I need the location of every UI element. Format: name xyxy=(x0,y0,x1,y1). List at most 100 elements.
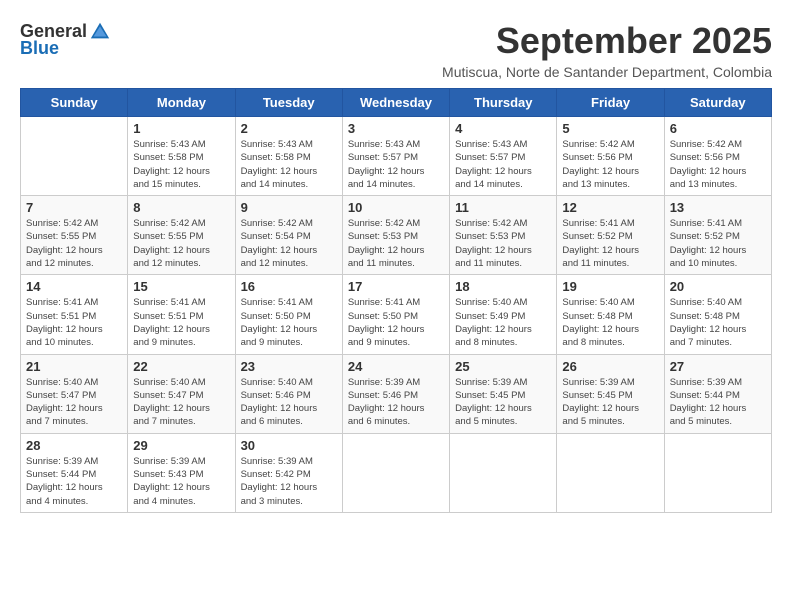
day-number: 21 xyxy=(26,359,122,374)
day-of-week-header: Monday xyxy=(128,89,235,117)
calendar-cell xyxy=(21,117,128,196)
day-info: Sunrise: 5:41 AM Sunset: 5:51 PM Dayligh… xyxy=(26,296,122,349)
day-number: 19 xyxy=(562,279,658,294)
day-info: Sunrise: 5:43 AM Sunset: 5:58 PM Dayligh… xyxy=(133,138,229,191)
day-info: Sunrise: 5:41 AM Sunset: 5:52 PM Dayligh… xyxy=(562,217,658,270)
day-info: Sunrise: 5:42 AM Sunset: 5:55 PM Dayligh… xyxy=(133,217,229,270)
day-number: 17 xyxy=(348,279,444,294)
calendar-cell: 21Sunrise: 5:40 AM Sunset: 5:47 PM Dayli… xyxy=(21,354,128,433)
calendar-cell: 24 Sunrise: 5:39 AM Sunset: 5:46 PM Dayli… xyxy=(342,354,449,433)
day-number: 1 xyxy=(133,121,229,136)
calendar-cell: 29Sunrise: 5:39 AM Sunset: 5:43 PM Dayli… xyxy=(128,433,235,512)
calendar-cell xyxy=(664,433,771,512)
day-info: Sunrise: 5:41 AM Sunset: 5:52 PM Dayligh… xyxy=(670,217,766,270)
day-info: Sunrise: 5:43 AM Sunset: 5:57 PM Dayligh… xyxy=(348,138,444,191)
day-of-week-header: Saturday xyxy=(664,89,771,117)
day-info: Sunrise: 5:39 AM Sunset: 5:42 PM Dayligh… xyxy=(241,455,337,508)
day-number: 6 xyxy=(670,121,766,136)
calendar-week-row: 21 Sunrise: 5:40 AM Sunset: 5:47 PM Dayli… xyxy=(21,354,772,433)
day-number: 10 xyxy=(348,200,444,215)
day-info: Sunrise: 5:42 AM Sunset: 5:55 PM Dayligh… xyxy=(26,217,122,270)
calendar-cell: 15 Sunrise: 5:41 AM Sunset: 5:51 PM Dayli… xyxy=(128,275,235,354)
calendar-cell: 23 Sunrise: 5:40 AM Sunset: 5:46 PM Dayli… xyxy=(235,354,342,433)
calendar-cell: 11 Sunrise: 5:42 AM Sunset: 5:53 PM Dayli… xyxy=(450,196,557,275)
calendar-cell xyxy=(450,433,557,512)
title-area: September 2025 Mutiscua, Norte de Santan… xyxy=(442,20,772,80)
day-number: 9 xyxy=(241,200,337,215)
day-number: 4 xyxy=(455,121,551,136)
calendar-week-row: 14 Sunrise: 5:41 AM Sunset: 5:51 PM Dayli… xyxy=(21,275,772,354)
day-number: 26 xyxy=(562,359,658,374)
day-info: Sunrise: 5:39 AM Sunset: 5:43 PM Dayligh… xyxy=(133,455,229,508)
day-number: 12 xyxy=(562,200,658,215)
day-info: Sunrise: 5:43 AM Sunset: 5:58 PM Dayligh… xyxy=(241,138,337,191)
day-info: Sunrise: 5:41 AM Sunset: 5:50 PM Dayligh… xyxy=(348,296,444,349)
calendar-cell: 7 Sunrise: 5:42 AM Sunset: 5:55 PM Daylig… xyxy=(21,196,128,275)
calendar-cell: 18 Sunrise: 5:40 AM Sunset: 5:49 PM Dayli… xyxy=(450,275,557,354)
calendar-cell xyxy=(557,433,664,512)
calendar-cell: 22 Sunrise: 5:40 AM Sunset: 5:47 PM Dayli… xyxy=(128,354,235,433)
day-number: 3 xyxy=(348,121,444,136)
day-number: 22 xyxy=(133,359,229,374)
day-number: 11 xyxy=(455,200,551,215)
day-info: Sunrise: 5:40 AM Sunset: 5:48 PM Dayligh… xyxy=(562,296,658,349)
calendar-cell: 25 Sunrise: 5:39 AM Sunset: 5:45 PM Dayli… xyxy=(450,354,557,433)
day-of-week-header: Friday xyxy=(557,89,664,117)
day-info: Sunrise: 5:40 AM Sunset: 5:49 PM Dayligh… xyxy=(455,296,551,349)
day-number: 18 xyxy=(455,279,551,294)
day-number: 15 xyxy=(133,279,229,294)
day-number: 27 xyxy=(670,359,766,374)
day-info: Sunrise: 5:40 AM Sunset: 5:46 PM Dayligh… xyxy=(241,376,337,429)
day-info: Sunrise: 5:42 AM Sunset: 5:53 PM Dayligh… xyxy=(348,217,444,270)
day-number: 30 xyxy=(241,438,337,453)
day-number: 7 xyxy=(26,200,122,215)
calendar-cell: 12 Sunrise: 5:41 AM Sunset: 5:52 PM Dayli… xyxy=(557,196,664,275)
calendar-cell: 19 Sunrise: 5:40 AM Sunset: 5:48 PM Dayli… xyxy=(557,275,664,354)
day-number: 14 xyxy=(26,279,122,294)
day-info: Sunrise: 5:42 AM Sunset: 5:54 PM Dayligh… xyxy=(241,217,337,270)
calendar-cell: 30 Sunrise: 5:39 AM Sunset: 5:42 PM Dayli… xyxy=(235,433,342,512)
subtitle: Mutiscua, Norte de Santander Department,… xyxy=(442,64,772,80)
calendar-cell: 2Sunrise: 5:43 AM Sunset: 5:58 PM Daylig… xyxy=(235,117,342,196)
day-number: 5 xyxy=(562,121,658,136)
calendar-week-row: 28Sunrise: 5:39 AM Sunset: 5:44 PM Dayli… xyxy=(21,433,772,512)
calendar-cell: 8Sunrise: 5:42 AM Sunset: 5:55 PM Daylig… xyxy=(128,196,235,275)
day-number: 23 xyxy=(241,359,337,374)
month-title: September 2025 xyxy=(442,20,772,62)
calendar-cell: 9 Sunrise: 5:42 AM Sunset: 5:54 PM Daylig… xyxy=(235,196,342,275)
day-number: 13 xyxy=(670,200,766,215)
page-header: General Blue September 2025 Mutiscua, No… xyxy=(20,20,772,80)
day-info: Sunrise: 5:42 AM Sunset: 5:53 PM Dayligh… xyxy=(455,217,551,270)
day-info: Sunrise: 5:42 AM Sunset: 5:56 PM Dayligh… xyxy=(670,138,766,191)
calendar-cell: 17 Sunrise: 5:41 AM Sunset: 5:50 PM Dayli… xyxy=(342,275,449,354)
calendar-cell: 10 Sunrise: 5:42 AM Sunset: 5:53 PM Dayli… xyxy=(342,196,449,275)
day-info: Sunrise: 5:39 AM Sunset: 5:45 PM Dayligh… xyxy=(455,376,551,429)
calendar-cell: 4 Sunrise: 5:43 AM Sunset: 5:57 PM Daylig… xyxy=(450,117,557,196)
day-info: Sunrise: 5:41 AM Sunset: 5:51 PM Dayligh… xyxy=(133,296,229,349)
day-number: 24 xyxy=(348,359,444,374)
day-info: Sunrise: 5:41 AM Sunset: 5:50 PM Dayligh… xyxy=(241,296,337,349)
day-number: 25 xyxy=(455,359,551,374)
day-info: Sunrise: 5:40 AM Sunset: 5:48 PM Dayligh… xyxy=(670,296,766,349)
logo: General Blue xyxy=(20,20,111,59)
calendar-cell: 6 Sunrise: 5:42 AM Sunset: 5:56 PM Daylig… xyxy=(664,117,771,196)
logo-blue-text: Blue xyxy=(20,38,59,59)
calendar-cell: 5Sunrise: 5:42 AM Sunset: 5:56 PM Daylig… xyxy=(557,117,664,196)
day-number: 20 xyxy=(670,279,766,294)
day-info: Sunrise: 5:40 AM Sunset: 5:47 PM Dayligh… xyxy=(133,376,229,429)
calendar-cell xyxy=(342,433,449,512)
calendar-table: SundayMondayTuesdayWednesdayThursdayFrid… xyxy=(20,88,772,513)
day-info: Sunrise: 5:39 AM Sunset: 5:46 PM Dayligh… xyxy=(348,376,444,429)
day-of-week-header: Sunday xyxy=(21,89,128,117)
calendar-cell: 27 Sunrise: 5:39 AM Sunset: 5:44 PM Dayli… xyxy=(664,354,771,433)
calendar-cell: 20 Sunrise: 5:40 AM Sunset: 5:48 PM Dayli… xyxy=(664,275,771,354)
day-of-week-header: Thursday xyxy=(450,89,557,117)
calendar-cell: 1 Sunrise: 5:43 AM Sunset: 5:58 PM Daylig… xyxy=(128,117,235,196)
day-info: Sunrise: 5:43 AM Sunset: 5:57 PM Dayligh… xyxy=(455,138,551,191)
calendar-cell: 26Sunrise: 5:39 AM Sunset: 5:45 PM Dayli… xyxy=(557,354,664,433)
day-info: Sunrise: 5:39 AM Sunset: 5:44 PM Dayligh… xyxy=(26,455,122,508)
day-info: Sunrise: 5:39 AM Sunset: 5:44 PM Dayligh… xyxy=(670,376,766,429)
calendar-cell: 3 Sunrise: 5:43 AM Sunset: 5:57 PM Daylig… xyxy=(342,117,449,196)
logo-icon xyxy=(89,20,111,42)
day-number: 16 xyxy=(241,279,337,294)
